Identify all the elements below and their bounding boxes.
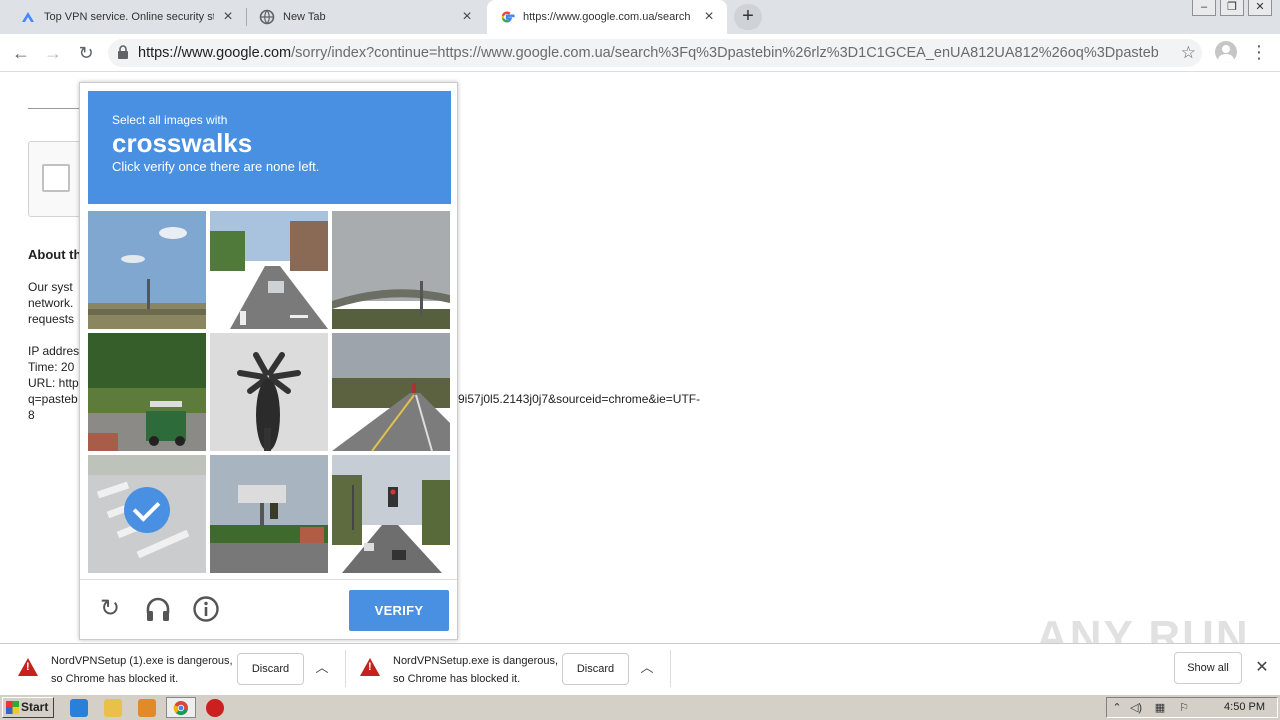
audio-challenge-icon[interactable] <box>143 594 173 624</box>
download-warning-line2: so Chrome has blocked it. <box>393 673 521 685</box>
ie-icon[interactable] <box>70 699 88 717</box>
tab-nordvpn[interactable]: Top VPN service. Online security sta × <box>0 0 246 34</box>
tab-strip: Top VPN service. Online security sta × N… <box>0 0 1280 34</box>
discard-button[interactable]: Discard <box>237 653 304 685</box>
download-bar: NordVPNSetup (1).exe is dangerous, so Ch… <box>0 643 1280 692</box>
restore-icon[interactable]: ❐ <box>1220 0 1244 16</box>
captcha-tile[interactable] <box>88 333 206 451</box>
forward-arrow-icon[interactable]: → <box>39 39 67 67</box>
network-icon[interactable]: ▦ <box>1153 701 1167 715</box>
url-label-text: URL: http <box>28 376 79 390</box>
tab-new-tab[interactable]: New Tab × <box>247 0 485 34</box>
volume-icon[interactable]: ◁) <box>1129 701 1143 715</box>
captcha-tile[interactable] <box>332 455 450 573</box>
profile-avatar-icon[interactable] <box>1215 41 1237 63</box>
bookmark-star-icon[interactable]: ☆ <box>1181 43 1196 63</box>
show-all-button[interactable]: Show all <box>1174 652 1242 684</box>
danger-warning-icon <box>360 658 380 676</box>
address-bar[interactable]: https://www.google.com/sorry/index?conti… <box>108 39 1202 67</box>
close-window-icon[interactable]: ✕ <box>1248 0 1272 16</box>
clock: 4:50 PM <box>1224 701 1265 713</box>
reload-challenge-icon[interactable]: ↻ <box>95 594 125 624</box>
new-tab-button[interactable]: + <box>734 4 762 30</box>
close-tab-icon[interactable]: × <box>220 8 236 26</box>
url-continued-text: q=pasteb <box>28 392 78 406</box>
danger-warning-icon <box>18 658 38 676</box>
back-arrow-icon[interactable]: ← <box>7 39 35 67</box>
about-heading: About th <box>28 247 82 262</box>
start-label: Start <box>21 700 49 714</box>
divider <box>670 650 671 687</box>
download-warning-line2: so Chrome has blocked it. <box>51 673 179 685</box>
captcha-tile[interactable] <box>332 333 450 451</box>
close-tab-icon[interactable]: × <box>459 8 475 26</box>
verify-button[interactable]: VERIFY <box>349 590 449 631</box>
url-path: /sorry/index?continue=https://www.google… <box>291 45 1158 61</box>
close-download-bar-icon[interactable]: ✕ <box>1252 657 1272 679</box>
captcha-tile[interactable] <box>210 333 328 451</box>
url-text: https://www.google.com/sorry/index?conti… <box>138 45 1158 61</box>
captcha-tile[interactable] <box>210 211 328 329</box>
folder-icon[interactable] <box>104 699 122 717</box>
start-button[interactable]: Start <box>2 697 54 718</box>
reload-icon[interactable]: ↻ <box>72 39 100 67</box>
menu-dots-icon[interactable]: ⋮ <box>1250 40 1268 64</box>
lock-icon <box>108 44 138 62</box>
chrome-taskbar-button[interactable] <box>166 697 196 718</box>
download-item-text: NordVPNSetup (1).exe is dangerous, so Ch… <box>51 652 233 688</box>
tile-checkmark-icon <box>124 487 170 533</box>
chevron-up-icon[interactable]: ︿ <box>313 658 331 678</box>
divider <box>345 650 346 687</box>
url-host: https://www.google.com <box>138 45 292 61</box>
system-tray: ⌃ ◁) ▦ ⚐ 4:50 PM <box>1106 697 1278 718</box>
download-warning-line1: NordVPNSetup (1).exe is dangerous, <box>51 655 233 667</box>
nordvpn-icon <box>20 9 36 25</box>
window-controls: – ❐ ✕ <box>1188 0 1272 16</box>
tab-title: Top VPN service. Online security sta <box>44 11 214 23</box>
captcha-tile[interactable] <box>332 211 450 329</box>
challenge-footer: ↻ VERIFY <box>80 579 457 639</box>
antivirus-icon[interactable] <box>206 699 224 717</box>
windows-taskbar: Start ⌃ ◁) ▦ ⚐ 4:50 PM <box>0 694 1280 720</box>
time-text: Time: 20 <box>28 360 75 374</box>
challenge-hint: Click verify once there are none left. <box>112 159 320 174</box>
challenge-header: Select all images with crosswalks Click … <box>88 91 451 204</box>
captcha-tile[interactable] <box>210 455 328 573</box>
chevron-up-icon[interactable]: ⌃ <box>1110 701 1124 715</box>
url-tail-text: 9i57j0l5.2143j0j7&sourceid=chrome&ie=UTF… <box>458 392 701 406</box>
tab-google-search[interactable]: https://www.google.com.ua/search × <box>487 0 727 34</box>
download-item-text: NordVPNSetup.exe is dangerous, so Chrome… <box>393 652 558 688</box>
browser-window: { "tabs": [ {"title": "Top VPN service. … <box>0 0 1280 720</box>
download-warning-line1: NordVPNSetup.exe is dangerous, <box>393 655 559 667</box>
windows-logo-icon <box>6 701 19 714</box>
page-text: Our syst <box>28 280 73 294</box>
google-icon <box>499 9 515 25</box>
flag-icon[interactable]: ⚐ <box>1177 701 1191 715</box>
recaptcha-checkbox[interactable] <box>42 164 70 192</box>
globe-icon <box>259 9 275 25</box>
tab-title: New Tab <box>283 11 326 23</box>
recaptcha-challenge: Select all images with crosswalks Click … <box>79 82 458 640</box>
chevron-up-icon[interactable]: ︿ <box>638 658 656 678</box>
image-grid <box>88 211 451 574</box>
discard-button[interactable]: Discard <box>562 653 629 685</box>
info-icon[interactable] <box>191 594 221 624</box>
captcha-tile[interactable] <box>88 211 206 329</box>
page-text: requests <box>28 312 75 326</box>
browser-toolbar: ← → ↻ https://www.google.com/sorry/index… <box>0 34 1280 72</box>
close-tab-icon[interactable]: × <box>701 8 717 26</box>
challenge-instruction: Select all images with <box>112 113 228 127</box>
minimize-icon[interactable]: – <box>1192 0 1216 16</box>
ip-address-text: IP addres <box>28 344 80 358</box>
page-text: network. <box>28 296 74 310</box>
media-player-icon[interactable] <box>138 699 156 717</box>
url-end-text: 8 <box>28 408 35 422</box>
challenge-target: crosswalks <box>112 128 253 158</box>
tab-title: https://www.google.com.ua/search <box>523 11 691 23</box>
